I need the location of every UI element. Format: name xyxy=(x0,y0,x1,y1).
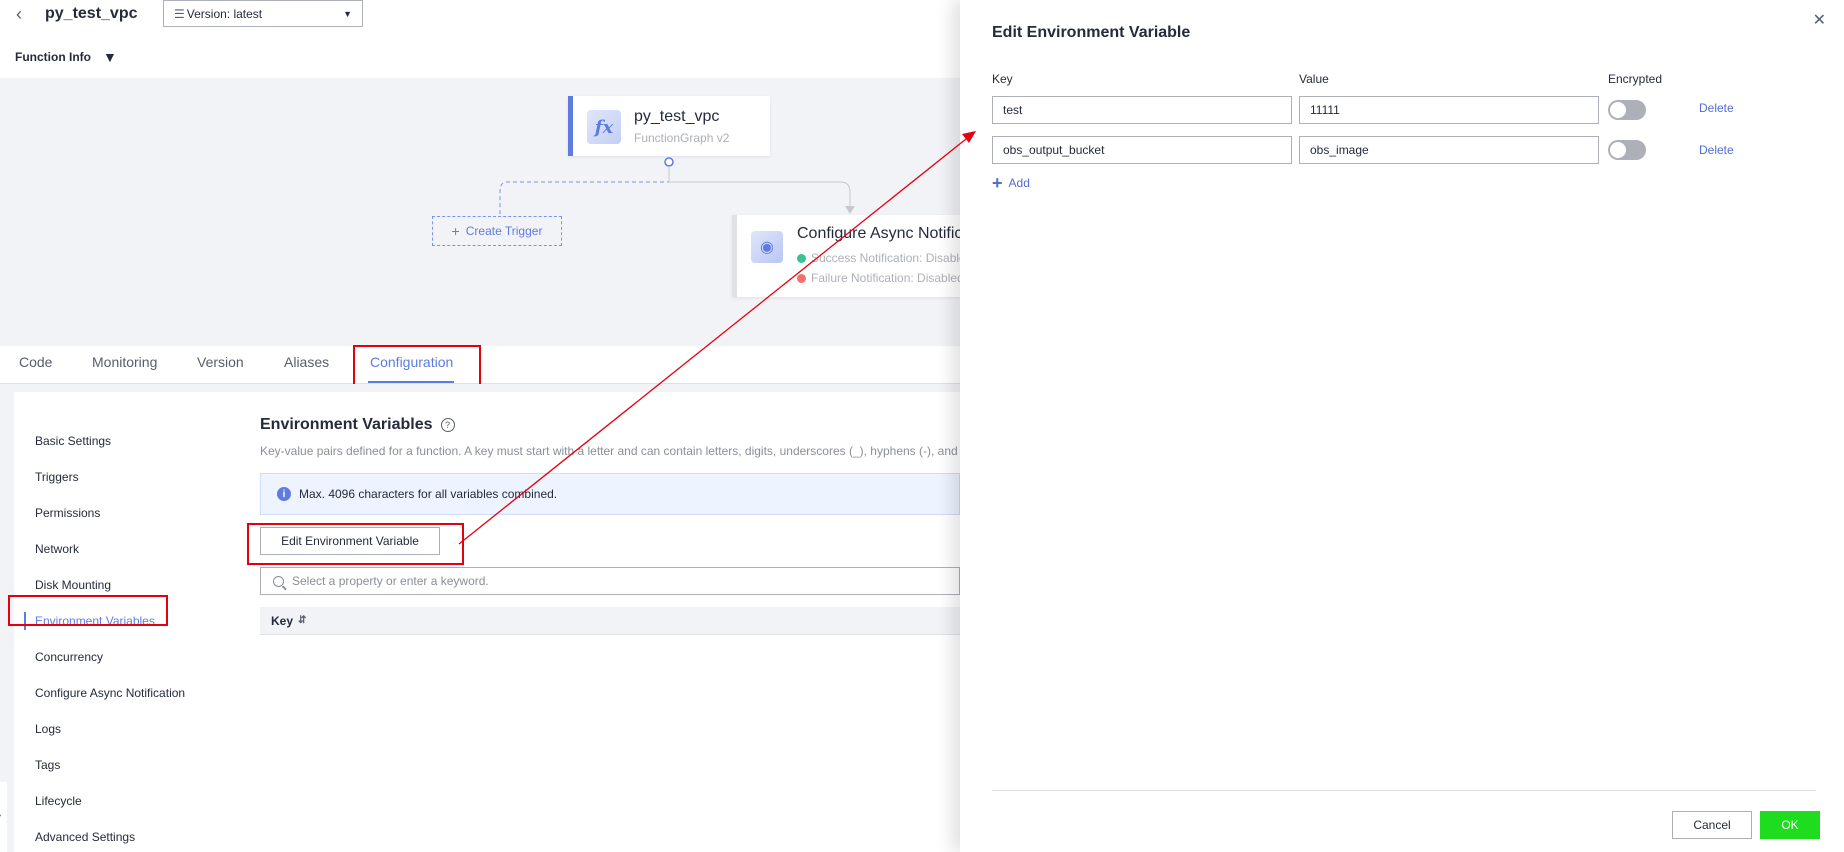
function-node[interactable]: fx py_test_vpc FunctionGraph v2 xyxy=(568,96,770,156)
sidebar-item-lifecycle[interactable]: Lifecycle xyxy=(35,794,82,808)
version-select-label: Version: latest xyxy=(186,6,263,21)
table-header-key[interactable]: Key xyxy=(271,614,293,628)
tab-aliases[interactable]: Aliases xyxy=(284,354,329,370)
async-node-name: Configure Async Notification xyxy=(797,225,960,242)
function-info-toggle[interactable]: Function Info ▼ xyxy=(15,49,117,65)
close-icon[interactable]: ✕ xyxy=(1813,10,1826,30)
function-diagram-canvas xyxy=(0,78,960,346)
column-label-value: Value xyxy=(1299,72,1329,86)
highlight-box-env-vars-item xyxy=(8,595,168,626)
encrypted-toggle[interactable] xyxy=(1608,140,1646,160)
async-notification-node[interactable]: ◉ Configure Async Notification Success N… xyxy=(732,215,960,297)
drawer-footer-divider xyxy=(992,790,1816,791)
delete-row-link[interactable]: Delete xyxy=(1699,143,1734,157)
ok-button[interactable]: OK xyxy=(1760,811,1820,839)
help-icon[interactable]: ? xyxy=(440,418,455,432)
sidebar-item-tags[interactable]: Tags xyxy=(35,758,60,772)
section-title: Environment Variables ? xyxy=(260,416,455,434)
environment-variables-panel: Environment Variables ? Key-value pairs … xyxy=(236,392,960,852)
sidebar-item-async-notification[interactable]: Configure Async Notification xyxy=(35,686,185,700)
env-key-input[interactable] xyxy=(992,136,1292,164)
arrow-down-icon xyxy=(845,206,855,214)
success-status-dot xyxy=(797,253,806,263)
cancel-button[interactable]: Cancel xyxy=(1672,811,1752,839)
column-label-key: Key xyxy=(992,72,1013,86)
section-description: Key-value pairs defined for a function. … xyxy=(260,444,958,458)
failure-notification-line: Failure Notification: Disabled xyxy=(797,271,960,285)
info-icon: i xyxy=(277,487,291,501)
drawer-title: Edit Environment Variable xyxy=(992,24,1191,41)
delete-row-link[interactable]: Delete xyxy=(1699,101,1734,115)
async-connector xyxy=(668,166,851,208)
chevron-left-icon[interactable]: ‹ xyxy=(16,4,22,25)
layers-icon: ☰ xyxy=(174,6,185,21)
trigger-connector xyxy=(499,166,670,216)
search-placeholder: Select a property or enter a keyword. xyxy=(292,574,489,588)
plus-icon: + xyxy=(451,223,460,239)
env-key-input[interactable] xyxy=(992,96,1292,124)
main-content-wrapper: Environment Variables ? Key-value pairs … xyxy=(236,384,960,852)
env-value-input[interactable] xyxy=(1299,96,1599,124)
chevron-right-icon: › xyxy=(0,810,1,821)
add-variable-label: Add xyxy=(1008,176,1030,190)
sidebar-item-network[interactable]: Network xyxy=(35,542,79,556)
sidebar-item-basic-settings[interactable]: Basic Settings xyxy=(35,434,111,448)
sidebar-item-logs[interactable]: Logs xyxy=(35,722,61,736)
search-icon xyxy=(273,575,284,587)
highlight-box-configuration-tab xyxy=(353,345,481,389)
success-notification-text: Success Notification: Disabled xyxy=(811,251,960,265)
triangle-down-icon: ▼ xyxy=(102,49,117,65)
create-trigger-button[interactable]: + Create Trigger xyxy=(432,216,562,246)
section-title-text: Environment Variables xyxy=(260,416,433,433)
function-title: py_test_vpc xyxy=(45,5,138,22)
caret-down-icon: ▼ xyxy=(343,8,352,19)
info-alert: i Max. 4096 characters for all variables… xyxy=(260,473,960,515)
sidebar-collapse-handle[interactable]: › xyxy=(0,782,7,852)
function-info-label: Function Info xyxy=(15,50,91,64)
table-header: Key ⇵ xyxy=(260,607,960,635)
function-node-name: py_test_vpc xyxy=(634,108,720,125)
sidebar-item-advanced-settings[interactable]: Advanced Settings xyxy=(35,830,135,844)
success-notification-line: Success Notification: Disabled xyxy=(797,251,960,265)
env-value-input[interactable] xyxy=(1299,136,1599,164)
function-node-subtitle: FunctionGraph v2 xyxy=(634,131,730,145)
connector-node xyxy=(664,157,674,167)
info-alert-text: Max. 4096 characters for all variables c… xyxy=(299,487,558,501)
fx-icon: fx xyxy=(587,110,621,144)
create-trigger-label: Create Trigger xyxy=(465,224,543,238)
sort-icon[interactable]: ⇵ xyxy=(298,615,306,626)
sidebar-item-permissions[interactable]: Permissions xyxy=(35,506,100,520)
version-select[interactable]: ☰ Version: latest ▼ xyxy=(163,0,363,27)
sidebar-item-triggers[interactable]: Triggers xyxy=(35,470,79,484)
search-input[interactable]: Select a property or enter a keyword. xyxy=(260,567,960,595)
column-label-encrypted: Encrypted xyxy=(1608,72,1663,86)
plus-icon: + xyxy=(992,173,1003,193)
edit-env-drawer: Edit Environment Variable ✕ Key Value En… xyxy=(960,0,1844,852)
failure-notification-text: Failure Notification: Disabled xyxy=(811,271,960,285)
diagram-connectors xyxy=(499,157,855,216)
encrypted-toggle[interactable] xyxy=(1608,100,1646,120)
sidebar-item-disk-mounting[interactable]: Disk Mounting xyxy=(35,578,111,592)
tab-code[interactable]: Code xyxy=(19,354,52,370)
sidebar-item-concurrency[interactable]: Concurrency xyxy=(35,650,103,664)
tab-version[interactable]: Version xyxy=(197,354,244,370)
tab-monitoring[interactable]: Monitoring xyxy=(92,354,157,370)
highlight-box-edit-button xyxy=(247,523,464,565)
add-variable-button[interactable]: + Add xyxy=(992,173,1030,193)
async-notification-icon: ◉ xyxy=(751,231,783,263)
failure-status-dot xyxy=(797,273,806,283)
